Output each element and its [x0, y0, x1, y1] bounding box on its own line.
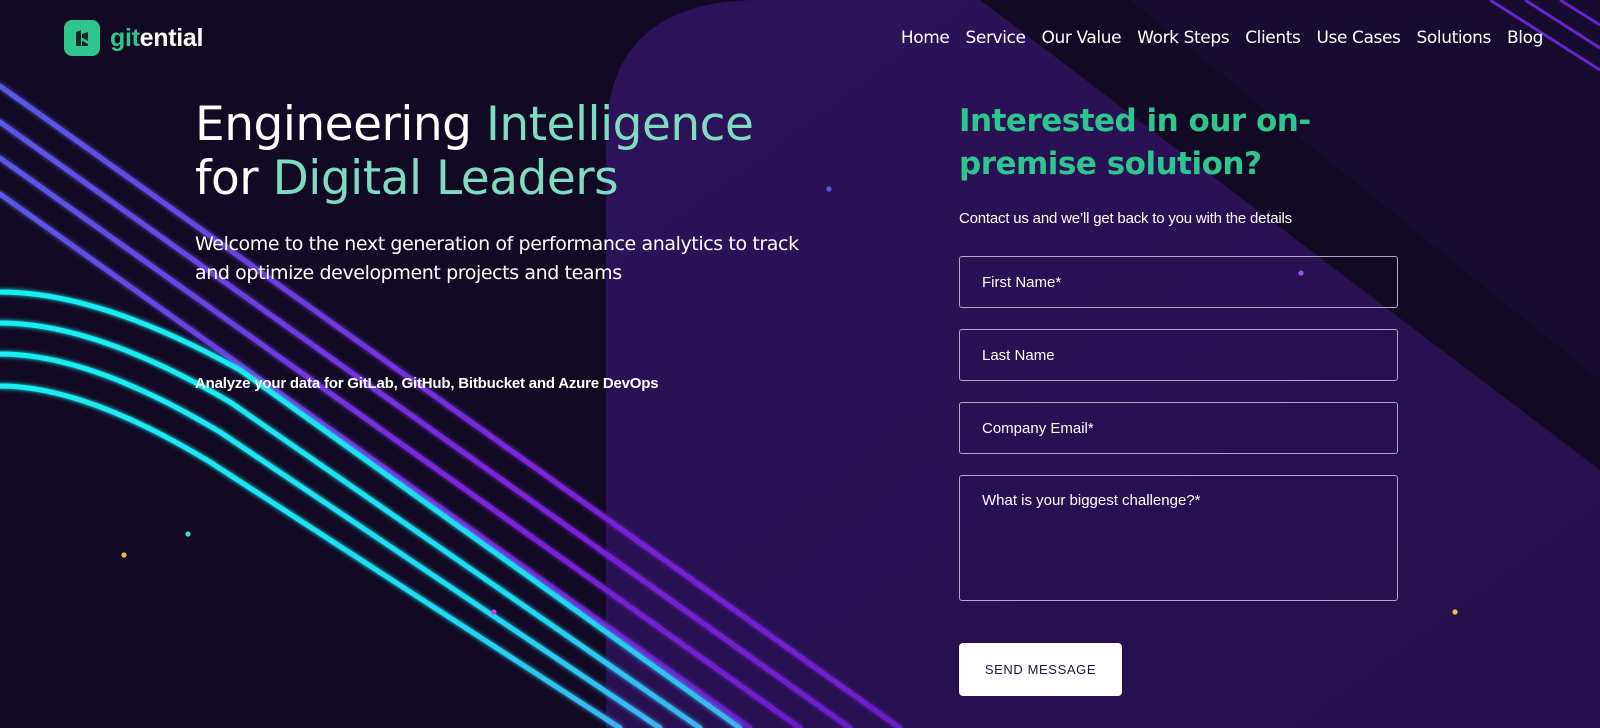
hero-section: Engineering Intelligence for Digital Lea…: [195, 98, 855, 288]
send-message-button[interactable]: SEND MESSAGE: [959, 643, 1122, 696]
form-title: Interested in our on-premise solution?: [959, 103, 1311, 182]
hero-subtitle: Welcome to the next generation of perfor…: [195, 233, 799, 284]
nav-use-cases[interactable]: Use Cases: [1316, 28, 1400, 48]
hero-title-highlight1: Intelligence: [485, 97, 754, 152]
platforms-text: Analyze your data for GitLab, GitHub, Bi…: [195, 375, 659, 392]
top-navigation-bar: gitential Home Service Our Value Work St…: [0, 0, 1600, 76]
challenge-textarea[interactable]: [959, 475, 1398, 601]
first-name-input[interactable]: [959, 256, 1398, 308]
logo-text-ential: ential: [139, 23, 204, 52]
logo-icon: [64, 20, 100, 56]
hero-title-highlight2: Digital Leaders: [272, 151, 619, 206]
nav-solutions[interactable]: Solutions: [1417, 28, 1492, 48]
nav-service[interactable]: Service: [966, 28, 1026, 48]
nav-work-steps[interactable]: Work Steps: [1137, 28, 1229, 48]
logo-text: gitential: [110, 24, 203, 53]
nav-clients[interactable]: Clients: [1245, 28, 1301, 48]
company-email-input[interactable]: [959, 402, 1398, 454]
hero-title-part3: for: [195, 151, 273, 206]
logo-text-git: git: [110, 23, 140, 52]
nav-our-value[interactable]: Our Value: [1042, 28, 1122, 48]
nav-blog[interactable]: Blog: [1507, 28, 1543, 48]
last-name-input[interactable]: [959, 329, 1398, 381]
contact-form: [959, 256, 1398, 622]
contact-form-section: Interested in our on-premise solution? C…: [959, 100, 1399, 696]
nav-home[interactable]: Home: [901, 28, 950, 48]
hero-title-part1: Engineering: [195, 97, 486, 152]
form-lead-text: Contact us and we’ll get back to you wit…: [959, 210, 1292, 227]
hero-title: Engineering Intelligence for Digital Lea…: [195, 98, 855, 206]
brand-logo[interactable]: gitential: [64, 20, 203, 56]
main-nav: Home Service Our Value Work Steps Client…: [885, 28, 1544, 48]
